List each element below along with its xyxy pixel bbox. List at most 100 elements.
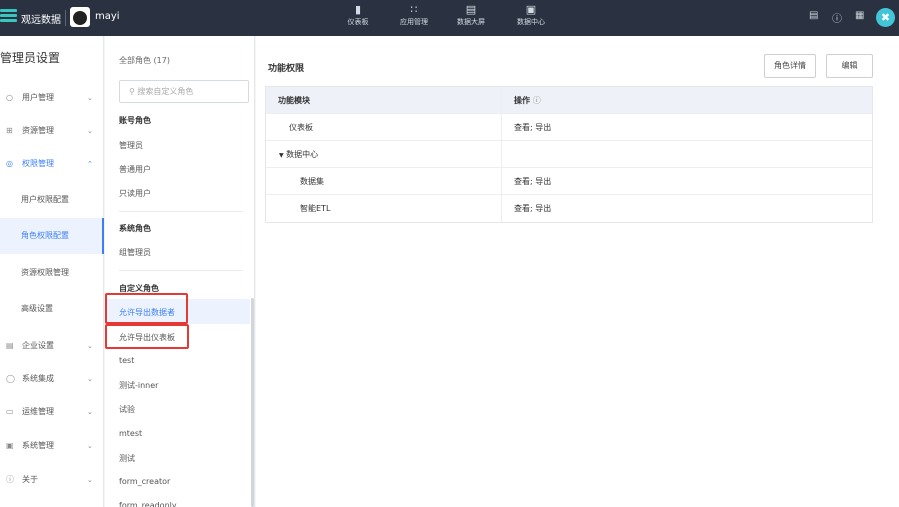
column-header-module: 功能模块 <box>266 87 502 113</box>
permission-panel: 功能权限 角色详情 编辑 功能模块 操作 ⓘ 仪表板 查看; 导出 ▼ 数据中心… <box>256 36 899 507</box>
nav-label: 应用管理 <box>400 18 428 26</box>
chevron-down-icon: ⌄ <box>87 408 93 416</box>
sidebar-item-label: 系统管理 <box>22 441 54 450</box>
edit-button[interactable]: 编辑 <box>826 54 873 78</box>
notification-icon[interactable]: ▤ <box>809 10 818 21</box>
nav-apps[interactable]: ∷ 应用管理 <box>389 3 439 28</box>
sidebar-title: 管理员设置 <box>0 51 61 65</box>
role-details-button[interactable]: 角色详情 <box>764 54 816 78</box>
sidebar-item-about[interactable]: ⓘ 关于 ⌄ <box>0 471 104 489</box>
shield-icon: ◎ <box>6 159 13 168</box>
role-item[interactable]: 试验 <box>119 404 135 415</box>
role-item[interactable]: test <box>119 356 134 365</box>
brand-name[interactable]: 观远数据 <box>21 11 61 26</box>
sidebar-sub-resource-permission[interactable]: 资源权限管理 <box>0 255 104 291</box>
ops-cell: 查看; 导出 <box>514 177 552 186</box>
sidebar-sub-role-permission[interactable]: 角色权限配置 <box>0 218 104 254</box>
sidebar-item-label: 用户管理 <box>22 93 54 102</box>
role-search-input[interactable]: ⚲ 搜索自定义角色 <box>119 80 249 103</box>
monitor-icon: ▭ <box>6 407 14 416</box>
building-icon: ▤ <box>6 341 14 350</box>
help-icon[interactable]: ⓘ <box>533 96 541 105</box>
sidebar-item-system-integration[interactable]: ◯ 系统集成 ⌄ <box>0 370 104 388</box>
sidebar-item-ops-management[interactable]: ▭ 运维管理 ⌄ <box>0 403 104 421</box>
grid-menu-icon[interactable]: ▦ <box>855 10 864 21</box>
role-item[interactable]: mtest <box>119 429 142 438</box>
sidebar-item-enterprise-settings[interactable]: ▤ 企业设置 ⌄ <box>0 337 104 355</box>
permission-table: 功能模块 操作 ⓘ 仪表板 查看; 导出 ▼ 数据中心 数据集 查看; 导出 智… <box>265 86 873 223</box>
user-icon: ○ <box>6 93 13 102</box>
chevron-down-icon: ⌄ <box>87 476 93 484</box>
role-item[interactable]: 普通用户 <box>119 164 151 175</box>
highlight-box <box>105 324 189 349</box>
module-cell: 仪表板 <box>266 114 502 140</box>
sidebar-sub-user-permission[interactable]: 用户权限配置 <box>0 182 104 218</box>
table-row: ▼ 数据中心 <box>266 141 872 168</box>
user-name[interactable]: mayi <box>95 11 120 22</box>
sidebar-sub-advanced-settings[interactable]: 高级设置 <box>0 291 104 327</box>
table-row: 数据集 查看; 导出 <box>266 168 872 195</box>
nav-data-center[interactable]: ▣ 数据中心 <box>506 3 556 28</box>
data-center-icon: ▣ <box>525 3 537 16</box>
table-row: 仪表板 查看; 导出 <box>266 114 872 141</box>
chevron-down-icon: ⌄ <box>87 442 93 450</box>
ops-cell: 查看; 导出 <box>514 123 552 132</box>
integration-icon: ◯ <box>6 374 15 383</box>
role-item[interactable]: form_readonly <box>119 501 177 507</box>
sidebar-item-user-management[interactable]: ○ 用户管理 ⌄ <box>0 89 104 107</box>
user-avatar[interactable] <box>70 7 90 27</box>
search-placeholder: 搜索自定义角色 <box>137 87 194 96</box>
top-bar: 观远数据 mayi ▮ 仪表板 ∷ 应用管理 ▤ 数据大屏 ▣ 数据中心 ▤ ⓘ… <box>0 0 899 36</box>
sidebar-item-label: 系统集成 <box>22 374 54 383</box>
nav-dashboard[interactable]: ▮ 仪表板 <box>333 3 383 28</box>
help-icon[interactable]: ⓘ <box>832 10 842 25</box>
sidebar-item-permission-management[interactable]: ◎ 权限管理 ⌃ <box>0 155 104 173</box>
table-row: 智能ETL 查看; 导出 <box>266 195 872 222</box>
divider <box>119 270 243 271</box>
module-label: 数据中心 <box>286 150 319 159</box>
nav-label: 数据中心 <box>517 18 545 26</box>
dashboard-icon: ▮ <box>354 3 362 16</box>
role-item[interactable]: 测试-inner <box>119 380 158 391</box>
chevron-up-icon: ⌃ <box>87 160 93 168</box>
sidebar-item-label: 关于 <box>22 475 38 484</box>
all-roles-label[interactable]: 全部角色 (17) <box>119 55 170 66</box>
settings-icon: ▣ <box>6 441 14 450</box>
table-header: 功能模块 操作 ⓘ <box>266 87 872 114</box>
column-header-operations: 操作 ⓘ <box>502 87 541 113</box>
divider <box>65 10 66 26</box>
nav-label: 仪表板 <box>347 18 369 26</box>
column-header-label: 操作 <box>514 96 530 105</box>
role-item[interactable]: form_creator <box>119 477 170 486</box>
caret-down-icon[interactable]: ▼ <box>279 152 284 159</box>
sidebar-item-label: 企业设置 <box>22 341 54 350</box>
ops-cell <box>502 141 514 167</box>
role-group-account: 账号角色 <box>119 116 151 125</box>
sidebar-item-resource-management[interactable]: ⊞ 资源管理 ⌄ <box>0 122 104 140</box>
ops-cell: 查看; 导出 <box>514 204 552 213</box>
chevron-down-icon: ⌄ <box>87 94 93 102</box>
page-title: 功能权限 <box>268 64 305 74</box>
brand-logo-icon[interactable] <box>0 9 17 26</box>
sidebar-item-label: 资源管理 <box>22 126 54 135</box>
role-item[interactable]: 只读用户 <box>119 188 151 199</box>
admin-sidebar: 管理员设置 ○ 用户管理 ⌄ ⊞ 资源管理 ⌄ ◎ 权限管理 ⌃ 用户权限配置 … <box>0 36 104 507</box>
role-item[interactable]: 组管理员 <box>119 247 151 258</box>
search-icon: ⚲ <box>129 87 135 96</box>
role-item[interactable]: 管理员 <box>119 140 143 151</box>
role-list-scrollbar[interactable] <box>251 298 254 507</box>
account-avatar-icon[interactable]: ✖ <box>876 8 895 27</box>
module-cell: 数据集 <box>266 168 502 194</box>
role-list-panel: 全部角色 (17) ⚲ 搜索自定义角色 账号角色 管理员 普通用户 只读用户 系… <box>105 36 255 507</box>
module-cell: 智能ETL <box>266 195 502 222</box>
role-item[interactable]: 测试 <box>119 453 135 464</box>
info-icon: ⓘ <box>6 475 14 484</box>
chevron-down-icon: ⌄ <box>87 375 93 383</box>
sidebar-item-label: 运维管理 <box>22 407 54 416</box>
sidebar-item-system-management[interactable]: ▣ 系统管理 ⌄ <box>0 437 104 455</box>
sidebar-item-label: 权限管理 <box>22 159 54 168</box>
role-group-system: 系统角色 <box>119 224 151 233</box>
chevron-down-icon: ⌄ <box>87 342 93 350</box>
nav-screen[interactable]: ▤ 数据大屏 <box>446 3 496 28</box>
chevron-down-icon: ⌄ <box>87 127 93 135</box>
